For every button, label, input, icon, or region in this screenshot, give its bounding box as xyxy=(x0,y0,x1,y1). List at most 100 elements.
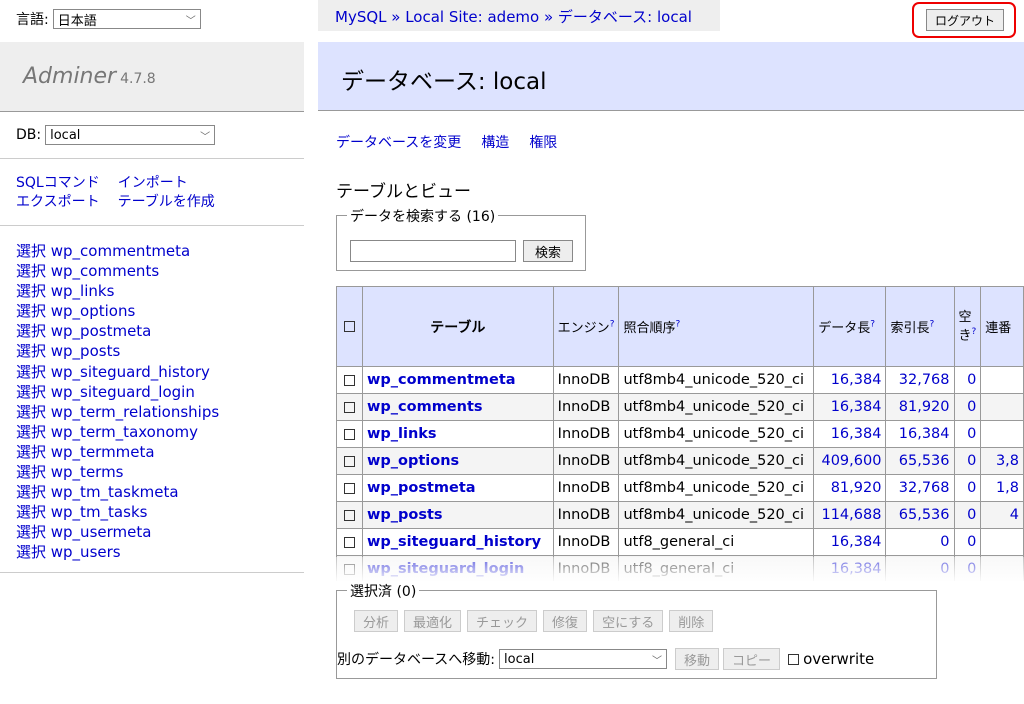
help-link[interactable]: ? xyxy=(972,327,977,337)
auto-increment-cell xyxy=(980,528,1024,556)
selection-buttons: 分析 最適化 チェック 修復 空にする 削除 xyxy=(354,610,714,632)
row-checkbox[interactable] xyxy=(344,374,355,386)
free-space-link[interactable]: 0 xyxy=(953,501,982,529)
alter-database-link[interactable]: データベースを変更 xyxy=(336,135,461,151)
sidebar-table-link[interactable]: 選択 wp_siteguard_history xyxy=(16,362,219,382)
tables-table: テーブル エンジン? 照合順序? データ長? 索引長? 空き? 連番 wp_co… xyxy=(336,286,1024,583)
sidebar-table-link[interactable]: 選択 wp_comments xyxy=(16,261,219,281)
free-space-link[interactable]: 0 xyxy=(953,528,982,556)
sidebar-table-link[interactable]: 選択 wp_term_taxonomy xyxy=(16,422,219,442)
index-length-link[interactable]: 16,384 xyxy=(885,420,955,448)
app-logo[interactable]: Adminer 4.7.8 xyxy=(23,64,156,89)
data-length-link[interactable]: 16,384 xyxy=(813,420,887,448)
table-name-link[interactable]: wp_options xyxy=(362,447,554,475)
table-name-link[interactable]: wp_comments xyxy=(362,393,554,421)
sidebar-table-link[interactable]: 選択 wp_termmeta xyxy=(16,442,219,462)
table-name-link[interactable]: wp_commentmeta xyxy=(362,366,554,394)
sidebar-table-link[interactable]: 選択 wp_tm_tasks xyxy=(16,502,219,522)
sidebar-table-link[interactable]: 選択 wp_terms xyxy=(16,462,219,482)
auto-increment-cell: 4 xyxy=(980,501,1024,529)
analyze-button[interactable]: 分析 xyxy=(354,610,399,632)
collation-cell: utf8mb4_unicode_520_ci xyxy=(618,474,815,502)
table-name-link[interactable]: wp_siteguard_history xyxy=(362,528,554,556)
db-select[interactable]: local ﹀ xyxy=(45,125,216,145)
check-button[interactable]: チェック xyxy=(467,610,538,632)
import-link[interactable]: インポート xyxy=(118,175,188,191)
sidebar-table-link[interactable]: 選択 wp_term_relationships xyxy=(16,402,219,422)
privileges-link[interactable]: 権限 xyxy=(529,135,557,151)
index-length-link[interactable]: 32,768 xyxy=(885,366,955,394)
repair-button[interactable]: 修復 xyxy=(543,610,588,632)
structure-link[interactable]: 構造 xyxy=(481,135,509,151)
table-name-link[interactable]: wp_posts xyxy=(362,501,554,529)
copy-button[interactable]: コピー xyxy=(723,648,781,670)
sidebar-table-link[interactable]: 選択 wp_posts xyxy=(16,341,219,361)
index-length-link[interactable]: 32,768 xyxy=(885,474,955,502)
help-link[interactable]: ? xyxy=(870,320,875,330)
row-checkbox[interactable] xyxy=(344,428,355,440)
data-length-link[interactable]: 409,600 xyxy=(813,447,887,475)
free-space-link[interactable]: 0 xyxy=(953,447,982,475)
col-table: テーブル xyxy=(362,286,554,367)
col-free: 空き? xyxy=(953,286,982,367)
logout-button[interactable]: ログアウト xyxy=(926,9,1004,31)
row-checkbox[interactable] xyxy=(344,401,355,413)
data-length-link[interactable]: 16,384 xyxy=(813,366,887,394)
search-button[interactable]: 検索 xyxy=(523,240,573,262)
help-link[interactable]: ? xyxy=(675,320,680,330)
free-space-link[interactable]: 0 xyxy=(953,420,982,448)
export-link[interactable]: エクスポート xyxy=(16,194,100,210)
free-space-link[interactable]: 0 xyxy=(953,366,982,394)
auto-increment-cell: 1,8 xyxy=(980,474,1024,502)
row-checkbox[interactable] xyxy=(344,482,355,494)
table-name-link[interactable]: wp_links xyxy=(362,420,554,448)
help-link[interactable]: ? xyxy=(610,320,615,330)
table-row: wp_commentmeta InnoDB utf8mb4_unicode_520_… xyxy=(336,366,1024,394)
data-length-link[interactable]: 16,384 xyxy=(813,528,887,556)
sidebar-table-link[interactable]: 選択 wp_users xyxy=(16,542,219,562)
drop-button[interactable]: 削除 xyxy=(669,610,714,632)
row-checkbox[interactable] xyxy=(344,536,355,548)
data-length-link[interactable]: 81,920 xyxy=(813,474,887,502)
language-select[interactable]: 日本語 ﹀ xyxy=(52,9,201,29)
collation-cell: utf8mb4_unicode_520_ci xyxy=(618,366,815,394)
search-input[interactable] xyxy=(350,240,516,262)
sidebar-table-link[interactable]: 選択 wp_links xyxy=(16,281,219,301)
engine-cell: InnoDB xyxy=(552,393,620,421)
app-name[interactable]: Adminer xyxy=(23,64,116,89)
move-target-select[interactable]: local ﹀ xyxy=(499,649,668,669)
data-length-link[interactable]: 16,384 xyxy=(813,393,887,421)
sidebar-table-link[interactable]: 選択 wp_commentmeta xyxy=(16,241,219,261)
breadcrumb-text[interactable]: MySQL » Local Site: ademo » データベース: loca… xyxy=(335,8,692,26)
overwrite-checkbox[interactable] xyxy=(788,653,800,665)
row-checkbox[interactable] xyxy=(344,509,355,521)
app-version: 4.7.8 xyxy=(120,71,156,87)
sidebar-table-link[interactable]: 選択 wp_siteguard_login xyxy=(16,382,219,402)
move-button[interactable]: 移動 xyxy=(675,648,720,670)
db-selector: DB: local ﹀ xyxy=(16,125,216,145)
sidebar-table-link[interactable]: 選択 wp_usermeta xyxy=(16,522,219,542)
engine-cell: InnoDB xyxy=(552,420,620,448)
index-length-link[interactable]: 0 xyxy=(885,528,955,556)
free-space-link[interactable]: 0 xyxy=(953,393,982,421)
free-space-link[interactable]: 0 xyxy=(953,474,982,502)
data-length-link[interactable]: 114,688 xyxy=(813,501,887,529)
index-length-link[interactable]: 65,536 xyxy=(885,501,955,529)
table-name-link[interactable]: wp_postmeta xyxy=(362,474,554,502)
sidebar-table-link[interactable]: 選択 wp_options xyxy=(16,301,219,321)
row-checkbox[interactable] xyxy=(344,455,355,467)
collation-cell: utf8mb4_unicode_520_ci xyxy=(618,393,815,421)
create-table-link[interactable]: テーブルを作成 xyxy=(118,194,215,210)
sql-command-link[interactable]: SQLコマンド xyxy=(16,175,100,191)
truncate-button[interactable]: 空にする xyxy=(593,610,664,632)
sidebar-table-link[interactable]: 選択 wp_tm_taskmeta xyxy=(16,482,219,502)
index-length-link[interactable]: 81,920 xyxy=(885,393,955,421)
row-select-cell xyxy=(336,501,363,529)
col-index-length: 索引長? xyxy=(885,286,955,367)
select-all-checkbox[interactable] xyxy=(344,321,355,332)
optimize-button[interactable]: 最適化 xyxy=(404,610,462,632)
help-link[interactable]: ? xyxy=(929,320,934,330)
db-value: local xyxy=(50,127,81,143)
index-length-link[interactable]: 65,536 xyxy=(885,447,955,475)
sidebar-table-link[interactable]: 選択 wp_postmeta xyxy=(16,321,219,341)
